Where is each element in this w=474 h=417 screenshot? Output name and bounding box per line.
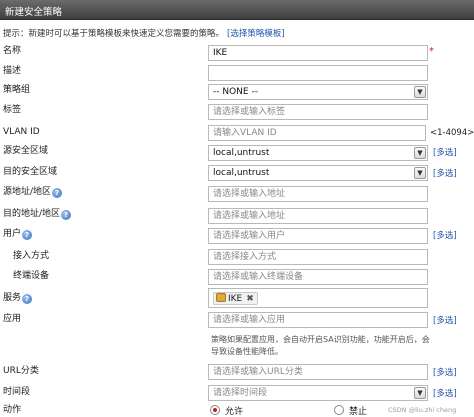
dest-zone-multi-link[interactable]: [多选] bbox=[433, 167, 457, 179]
user-input[interactable]: 请选择或输入用户 bbox=[208, 228, 428, 244]
radio-selected-icon bbox=[210, 405, 220, 415]
source-address-label: 源地址/地区? bbox=[3, 186, 63, 198]
url-category-label: URL分类 bbox=[3, 366, 39, 376]
watermark: CSDN @liu.zhi cheng bbox=[388, 406, 457, 414]
dest-zone-label: 目的安全区域 bbox=[3, 167, 58, 177]
vlan-label: VLAN ID bbox=[3, 127, 40, 137]
time-range-select[interactable]: 请选择时间段 ▼ bbox=[208, 385, 428, 401]
source-zone-multi-link[interactable]: [多选] bbox=[433, 146, 457, 158]
terminal-device-input[interactable]: 请选择或输入终端设备 bbox=[208, 269, 428, 285]
application-multi-link[interactable]: [多选] bbox=[433, 314, 457, 326]
user-multi-link[interactable]: [多选] bbox=[433, 229, 457, 241]
hint-bar: 提示：新建时可以基于策略模板来快速定义您需要的策略。 [选择策略模板] bbox=[3, 27, 285, 39]
required-mark: * bbox=[429, 46, 434, 57]
policy-group-value: -- NONE -- bbox=[213, 87, 258, 97]
dest-zone-value: local,untrust bbox=[213, 168, 270, 178]
chevron-down-icon[interactable]: ▼ bbox=[414, 86, 426, 98]
source-zone-select[interactable]: local,untrust ▼ bbox=[208, 145, 428, 161]
hint-text: 提示：新建时可以基于策略模板来快速定义您需要的策略。 bbox=[3, 29, 225, 39]
terminal-device-label: 终端设备 bbox=[13, 271, 50, 281]
access-mode-label: 接入方式 bbox=[13, 251, 50, 261]
user-label-text: 用户 bbox=[3, 229, 22, 239]
dest-address-label: 目的地址/地区? bbox=[3, 208, 72, 220]
action-deny-radio[interactable]: 禁止 bbox=[334, 404, 367, 417]
select-template-link[interactable]: [选择策略模板] bbox=[227, 29, 285, 39]
source-address-input[interactable]: 请选择或输入地址 bbox=[208, 186, 428, 202]
name-input[interactable]: IKE bbox=[208, 45, 428, 61]
service-label: 服务? bbox=[3, 292, 33, 304]
description-input[interactable] bbox=[208, 65, 428, 81]
help-icon[interactable]: ? bbox=[22, 294, 33, 304]
tag-label: 标签 bbox=[3, 105, 22, 115]
remove-icon[interactable]: ✖ bbox=[246, 294, 254, 304]
dest-address-label-text: 目的地址/地区 bbox=[3, 209, 61, 219]
help-icon[interactable]: ? bbox=[61, 210, 72, 220]
time-range-label: 时间段 bbox=[3, 387, 31, 397]
description-label: 描述 bbox=[3, 66, 22, 76]
action-allow-label: 允许 bbox=[225, 407, 244, 417]
chevron-down-icon[interactable]: ▼ bbox=[414, 387, 426, 399]
dialog-title: 新建安全策略 bbox=[5, 7, 63, 18]
policy-group-label: 策略组 bbox=[3, 85, 31, 95]
chevron-down-icon[interactable]: ▼ bbox=[414, 147, 426, 159]
application-note: 策略如果配置应用，会自动开启SA识别功能，功能开启后，会导致设备性能降低。 bbox=[211, 335, 430, 356]
source-zone-value: local,untrust bbox=[213, 148, 270, 158]
vlan-range-hint: <1-4094> bbox=[430, 128, 474, 138]
policy-group-select[interactable]: -- NONE -- ▼ bbox=[208, 84, 428, 100]
dialog-title-bar: 新建安全策略 bbox=[0, 0, 474, 20]
action-allow-radio[interactable]: 允许 bbox=[210, 404, 243, 417]
action-deny-label: 禁止 bbox=[349, 407, 368, 417]
application-label: 应用 bbox=[3, 314, 22, 324]
url-category-input[interactable]: 请选择或输入URL分类 bbox=[208, 364, 428, 380]
dest-zone-select[interactable]: local,untrust ▼ bbox=[208, 165, 428, 181]
service-icon bbox=[216, 293, 226, 302]
radio-unselected-icon bbox=[334, 405, 344, 415]
service-chip-label: IKE bbox=[228, 294, 243, 304]
dest-address-input[interactable]: 请选择或输入地址 bbox=[208, 208, 428, 224]
source-zone-label: 源安全区域 bbox=[3, 146, 49, 156]
url-category-multi-link[interactable]: [多选] bbox=[433, 366, 457, 378]
name-label: 名称 bbox=[3, 46, 22, 56]
action-label: 动作 bbox=[3, 405, 22, 415]
help-icon[interactable]: ? bbox=[22, 230, 33, 240]
access-mode-input[interactable]: 请选择接入方式 bbox=[208, 249, 428, 265]
service-chip: IKE ✖ bbox=[213, 292, 258, 305]
service-input[interactable]: IKE ✖ bbox=[208, 288, 428, 308]
time-range-value: 请选择时间段 bbox=[213, 388, 268, 398]
chevron-down-icon[interactable]: ▼ bbox=[414, 167, 426, 179]
help-icon[interactable]: ? bbox=[52, 188, 63, 198]
user-label: 用户? bbox=[3, 228, 33, 240]
application-input[interactable]: 请选择或输入应用 bbox=[208, 312, 428, 328]
source-address-label-text: 源地址/地区 bbox=[3, 187, 52, 197]
vlan-input[interactable]: 请输入VLAN ID bbox=[208, 125, 426, 141]
time-range-multi-link[interactable]: [多选] bbox=[433, 387, 457, 399]
service-label-text: 服务 bbox=[3, 293, 22, 303]
tag-input[interactable]: 请选择或输入标签 bbox=[208, 104, 428, 120]
